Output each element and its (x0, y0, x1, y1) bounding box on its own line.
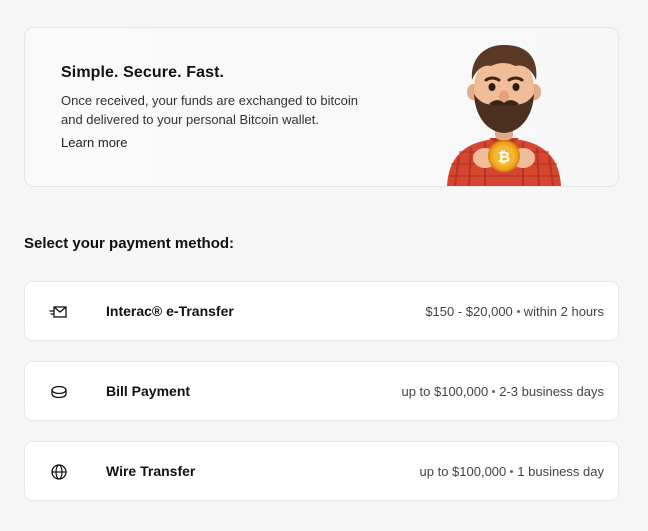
payment-method-bill-payment[interactable]: Bill Payment up to $100,000 2-3 business … (24, 361, 619, 421)
payment-method-interac[interactable]: Interac® e-Transfer $150 - $20,000 within… (24, 281, 619, 341)
separator-dot (492, 390, 496, 394)
bitcoin-man-illustration: ₿ (447, 44, 561, 186)
payment-method-wire-transfer[interactable]: Wire Transfer up to $100,000 1 business d… (24, 441, 619, 501)
method-details: $150 - $20,000 within 2 hours (425, 304, 604, 319)
method-time: within 2 hours (523, 304, 604, 319)
learn-more-link[interactable]: Learn more (61, 135, 127, 150)
separator-dot (516, 310, 520, 314)
coin-stack-icon (51, 385, 67, 399)
bitcoin-symbol-icon: ₿ (498, 148, 510, 166)
hero-description: Once received, your funds are exchanged … (61, 93, 359, 127)
hero-title: Simple. Secure. Fast. (61, 64, 225, 81)
method-details: up to $100,000 1 business day (420, 464, 604, 479)
method-time: 1 business day (517, 464, 604, 479)
globe-icon (51, 464, 67, 480)
method-name: Wire Transfer (106, 463, 196, 479)
method-name: Interac® e-Transfer (106, 303, 234, 319)
method-range: up to $100,000 (419, 464, 507, 479)
method-range: up to $100,000 (401, 384, 489, 399)
method-range: $150 - $20,000 (425, 304, 513, 319)
payment-method-heading: Select your payment method: (24, 235, 235, 252)
method-time: 2-3 business days (499, 384, 604, 399)
separator-dot (510, 470, 514, 474)
hero-card: Simple. Secure. Fast. Once received, you… (24, 27, 619, 187)
method-details: up to $100,000 2-3 business days (401, 384, 604, 399)
envelope-send-icon (49, 306, 67, 318)
method-name: Bill Payment (106, 383, 191, 399)
